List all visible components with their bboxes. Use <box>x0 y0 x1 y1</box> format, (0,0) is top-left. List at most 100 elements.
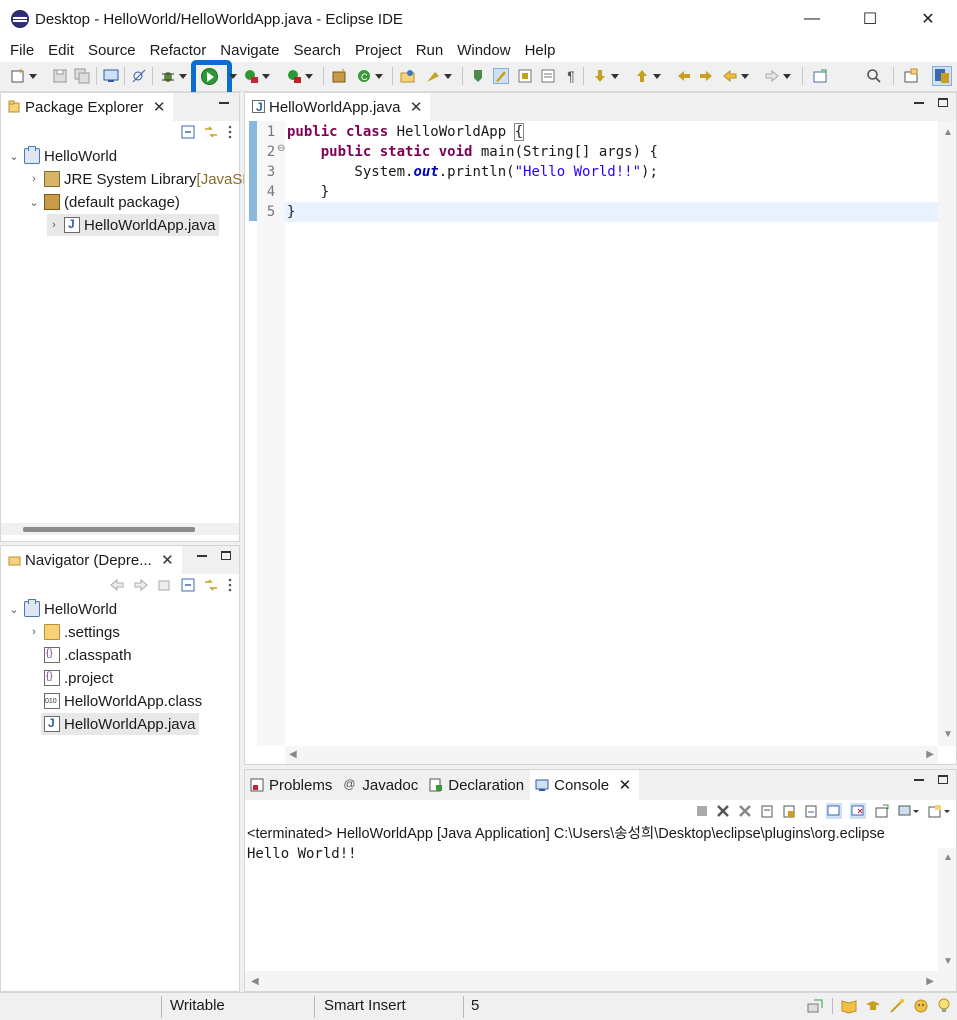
scroll-up-icon[interactable]: ▲ <box>943 852 953 863</box>
next-annotation-icon[interactable] <box>592 68 619 84</box>
open-perspective-icon[interactable] <box>903 68 919 84</box>
progress-icon[interactable] <box>806 998 824 1014</box>
show-whitespace-icon[interactable] <box>540 68 556 84</box>
tab-problems[interactable]: Problems <box>245 770 338 800</box>
menu-edit[interactable]: Edit <box>41 42 81 59</box>
maximize-view-icon[interactable] <box>221 551 231 560</box>
tree-item-project-helloworld[interactable]: ⌄ HelloWorld <box>7 598 117 620</box>
word-wrap-icon[interactable] <box>804 804 818 818</box>
scroll-left-icon[interactable]: ◀ <box>251 976 259 987</box>
menu-refactor[interactable]: Refactor <box>143 42 214 59</box>
menu-source[interactable]: Source <box>81 42 143 59</box>
horizontal-scrollbar[interactable] <box>1 523 239 535</box>
minimize-view-icon[interactable] <box>197 555 207 557</box>
editor-horizontal-scrollbar[interactable]: ◀ ▶ <box>285 746 938 764</box>
maximize-view-icon[interactable] <box>938 775 948 784</box>
scroll-down-icon[interactable]: ▼ <box>943 729 953 740</box>
close-tab-icon[interactable]: ✕ <box>161 551 174 569</box>
external-tools-icon[interactable] <box>286 68 313 84</box>
menu-run[interactable]: Run <box>409 42 451 59</box>
console-horizontal-scrollbar[interactable]: ◀ ▶ <box>245 971 956 991</box>
show-on-stdout-icon[interactable] <box>826 803 842 819</box>
skip-breakpoints-icon[interactable] <box>131 68 147 84</box>
new-java-package-icon[interactable] <box>331 68 347 84</box>
maximize-button[interactable]: ☐ <box>841 0 899 38</box>
menu-search[interactable]: Search <box>286 42 348 59</box>
tree-item-classpath[interactable]: .classpath <box>41 644 132 666</box>
chevron-down-icon[interactable]: ⌄ <box>7 150 21 163</box>
save-all-icon[interactable] <box>74 68 90 84</box>
magic-wand-icon[interactable] <box>889 998 905 1014</box>
close-tab-icon[interactable]: ✕ <box>410 98 423 116</box>
new-wizard-icon[interactable] <box>10 68 37 84</box>
menu-window[interactable]: Window <box>450 42 517 59</box>
show-on-stderr-icon[interactable] <box>850 803 866 819</box>
chevron-right-icon[interactable]: › <box>27 626 41 638</box>
tab-javadoc[interactable]: @ Javadoc <box>338 770 424 800</box>
open-task-icon[interactable] <box>425 68 452 84</box>
menu-navigate[interactable]: Navigate <box>213 42 286 59</box>
scroll-right-icon[interactable]: ▶ <box>926 976 934 987</box>
chevron-down-icon[interactable]: ⌄ <box>7 603 21 616</box>
tree-item-helloworldapp-java[interactable]: HelloWorldApp.java <box>41 713 200 735</box>
tab-console[interactable]: Console ✕ <box>530 770 640 800</box>
save-icon[interactable] <box>52 68 68 84</box>
tree-item-project-helloworld[interactable]: ⌄ HelloWorld <box>7 145 117 167</box>
forward-icon[interactable] <box>764 68 791 84</box>
tree-item-default-package[interactable]: ⌄ (default package) <box>27 191 180 213</box>
minimize-view-icon[interactable] <box>219 102 229 104</box>
remove-all-terminated-icon[interactable] <box>738 804 752 818</box>
coverage-icon[interactable] <box>243 68 270 84</box>
forward-nav-icon[interactable] <box>133 578 149 592</box>
scroll-down-icon[interactable]: ▼ <box>943 956 953 967</box>
tab-navigator[interactable]: Navigator (Depre... ✕ <box>1 546 182 574</box>
graduation-cap-icon[interactable] <box>865 998 881 1014</box>
tab-package-explorer[interactable]: Package Explorer ✕ <box>1 93 174 121</box>
up-nav-icon[interactable] <box>157 578 173 592</box>
search-icon[interactable] <box>866 68 882 84</box>
view-menu-icon[interactable] <box>227 125 233 139</box>
scroll-up-icon[interactable]: ▲ <box>943 127 953 138</box>
chevron-right-icon[interactable]: › <box>47 219 61 231</box>
collapse-all-icon[interactable] <box>181 578 195 592</box>
link-with-editor-icon[interactable] <box>203 125 219 139</box>
maximize-editor-icon[interactable] <box>938 98 948 107</box>
collapse-all-icon[interactable] <box>181 125 195 139</box>
remove-launch-icon[interactable] <box>716 804 730 818</box>
menu-help[interactable]: Help <box>518 42 563 59</box>
chevron-down-icon[interactable]: ⌄ <box>27 196 41 209</box>
tab-declaration[interactable]: Declaration <box>424 770 530 800</box>
toggle-block-selection-icon[interactable] <box>517 68 533 84</box>
view-menu-icon[interactable] <box>227 578 233 592</box>
tip-bulb-icon[interactable] <box>937 998 951 1014</box>
close-tab-icon[interactable]: ✕ <box>619 776 632 794</box>
pin-editor-icon[interactable] <box>812 68 828 84</box>
scrollbar-thumb[interactable] <box>23 527 195 532</box>
toggle-annotation-icon[interactable] <box>470 68 486 84</box>
minimize-button[interactable]: — <box>783 0 841 38</box>
toggle-mark-occurrences-icon[interactable] <box>493 68 509 84</box>
java-perspective-icon[interactable] <box>932 66 952 86</box>
debug-icon[interactable] <box>160 68 187 84</box>
tree-item-jre-library[interactable]: › JRE System Library [JavaSE-17] <box>27 168 278 190</box>
close-window-button[interactable]: ✕ <box>899 0 957 38</box>
tree-item-project-file[interactable]: .project <box>41 667 113 689</box>
previous-annotation-icon[interactable] <box>634 68 661 84</box>
fold-collapse-icon[interactable]: ⊖ <box>277 143 285 154</box>
run-button[interactable] <box>201 68 218 85</box>
new-java-class-icon[interactable]: C <box>356 68 383 84</box>
tree-item-helloworldapp-class[interactable]: HelloWorldApp.class <box>41 690 202 712</box>
code-editor[interactable]: 1 2 ⊖ 3 4 5 public class HelloWorldApp {… <box>245 121 938 746</box>
menu-file[interactable]: File <box>3 42 41 59</box>
console-vertical-scrollbar[interactable]: ▲ ▼ <box>938 848 956 971</box>
last-edit-location-icon[interactable] <box>676 68 692 84</box>
pilcrow-icon[interactable]: ¶ <box>563 68 579 84</box>
tab-editor-helloworldapp[interactable]: HelloWorldApp.java ✕ <box>245 93 431 121</box>
minimize-editor-icon[interactable] <box>914 102 924 104</box>
run-dropdown-icon[interactable] <box>220 68 237 84</box>
minimize-view-icon[interactable] <box>914 779 924 781</box>
pin-console-icon[interactable] <box>874 804 890 818</box>
back-icon[interactable] <box>722 68 749 84</box>
smiley-icon[interactable] <box>913 998 929 1014</box>
terminal-icon[interactable] <box>103 68 119 84</box>
